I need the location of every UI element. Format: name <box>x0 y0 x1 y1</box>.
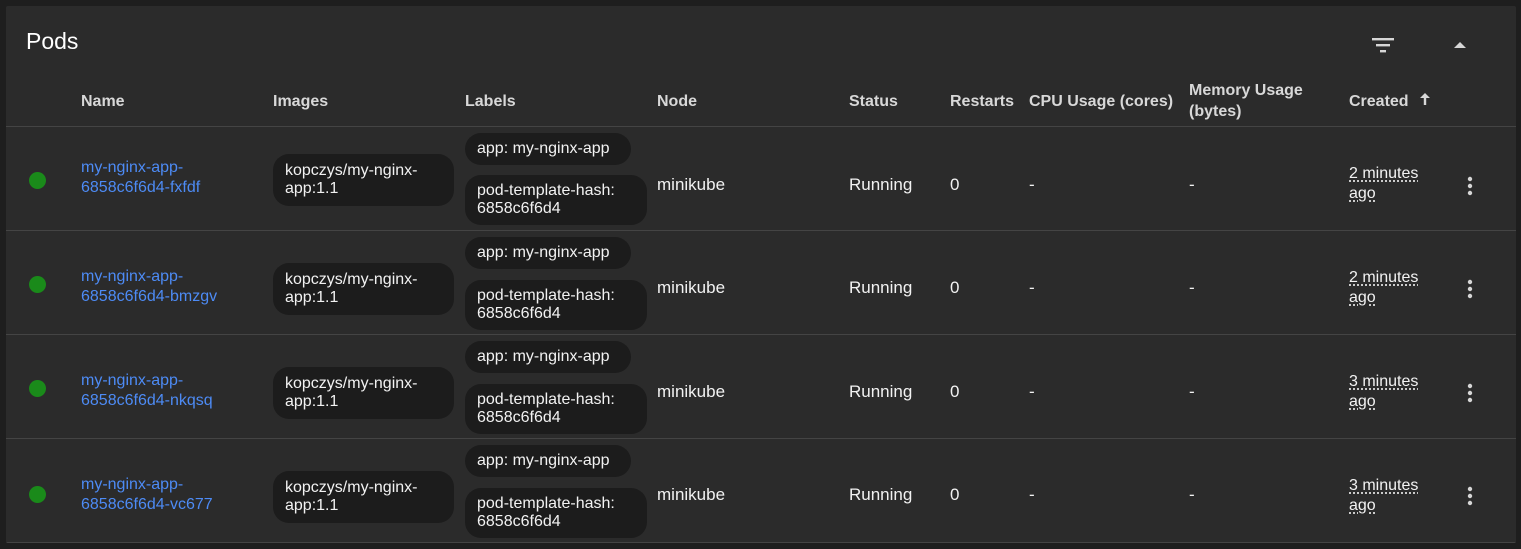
more-vert-icon <box>1467 176 1473 196</box>
label-chip-hash: pod-template-hash: 6858c6f6d4 <box>465 175 647 225</box>
label-chip-app: app: my-nginx-app <box>465 237 631 269</box>
label-chip-app: app: my-nginx-app <box>465 341 631 373</box>
restarts-cell: 0 <box>950 175 960 194</box>
node-cell: minikube <box>657 175 726 194</box>
more-vert-icon <box>1467 383 1473 403</box>
label-chip-app: app: my-nginx-app <box>465 133 631 165</box>
label-chip-hash: pod-template-hash: 6858c6f6d4 <box>465 280 647 330</box>
table-row: my-nginx-app-6858c6f6d4-bmzgv kopczys/my… <box>6 231 1516 334</box>
row-divider <box>6 542 1516 543</box>
status-cell: Running <box>849 175 913 194</box>
label-chip-hash: pod-template-hash: 6858c6f6d4 <box>465 384 647 434</box>
label-chip-app: app: my-nginx-app <box>465 445 631 477</box>
status-running-icon <box>29 172 46 189</box>
restarts-cell: 0 <box>950 278 960 297</box>
pod-name-link[interactable]: my-nginx-app-6858c6f6d4-vc677 <box>81 475 261 515</box>
image-chip: kopczys/my-nginx-app:1.1 <box>273 263 454 315</box>
node-cell: minikube <box>657 485 726 504</box>
created-cell: 2 minutes ago <box>1349 269 1419 306</box>
memory-cell: - <box>1189 382 1195 401</box>
column-header-name[interactable]: Name <box>81 91 125 112</box>
column-header-cpu: CPU Usage (cores) <box>1029 93 1174 110</box>
pod-name-link[interactable]: my-nginx-app-6858c6f6d4-fxfdf <box>81 158 261 198</box>
restarts-cell: 0 <box>950 485 960 504</box>
column-header-node: Node <box>657 93 697 110</box>
node-cell: minikube <box>657 382 726 401</box>
table-row: my-nginx-app-6858c6f6d4-vc677 kopczys/my… <box>6 439 1516 542</box>
column-header-status[interactable]: Status <box>849 91 898 112</box>
filter-button[interactable] <box>1368 30 1398 60</box>
table-row: my-nginx-app-6858c6f6d4-fxfdf kopczys/my… <box>6 127 1516 230</box>
memory-cell: - <box>1189 485 1195 504</box>
status-cell: Running <box>849 485 913 504</box>
cpu-cell: - <box>1029 278 1035 297</box>
pod-name-link[interactable]: my-nginx-app-6858c6f6d4-bmzgv <box>81 267 261 307</box>
column-header-labels: Labels <box>465 93 516 110</box>
column-header-memory: Memory Usage (bytes) <box>1189 82 1303 120</box>
row-actions-button[interactable] <box>1458 174 1482 198</box>
label-chip-hash: pod-template-hash: 6858c6f6d4 <box>465 488 647 538</box>
row-actions-button[interactable] <box>1458 277 1482 301</box>
cpu-cell: - <box>1029 175 1035 194</box>
column-header-created-label: Created <box>1349 93 1409 110</box>
row-actions-button[interactable] <box>1458 381 1482 405</box>
column-header-restarts: Restarts <box>950 93 1015 110</box>
created-cell: 3 minutes ago <box>1349 373 1419 410</box>
created-cell: 2 minutes ago <box>1349 165 1419 202</box>
image-chip: kopczys/my-nginx-app:1.1 <box>273 154 454 206</box>
chevron-up-icon <box>1454 42 1466 48</box>
image-chip: kopczys/my-nginx-app:1.1 <box>273 367 454 419</box>
more-vert-icon <box>1467 279 1473 299</box>
table-row: my-nginx-app-6858c6f6d4-nkqsq kopczys/my… <box>6 335 1516 438</box>
created-cell: 3 minutes ago <box>1349 477 1419 514</box>
restarts-cell: 0 <box>950 382 960 401</box>
column-header-created[interactable]: Created <box>1349 91 1431 112</box>
more-vert-icon <box>1467 486 1473 506</box>
pod-name-link[interactable]: my-nginx-app-6858c6f6d4-nkqsq <box>81 371 261 411</box>
memory-cell: - <box>1189 278 1195 297</box>
cpu-cell: - <box>1029 485 1035 504</box>
status-running-icon <box>29 486 46 503</box>
arrow-up-icon <box>1419 91 1431 112</box>
status-running-icon <box>29 276 46 293</box>
collapse-button[interactable] <box>1445 30 1475 60</box>
pods-card: Pods Name Images Labels Node Status Rest… <box>6 6 1516 543</box>
status-cell: Running <box>849 278 913 297</box>
card-title: Pods <box>26 28 79 54</box>
status-running-icon <box>29 380 46 397</box>
cpu-cell: - <box>1029 382 1035 401</box>
row-actions-button[interactable] <box>1458 484 1482 508</box>
image-chip: kopczys/my-nginx-app:1.1 <box>273 471 454 523</box>
memory-cell: - <box>1189 175 1195 194</box>
status-cell: Running <box>849 382 913 401</box>
column-header-images: Images <box>273 93 329 110</box>
filter-icon <box>1372 38 1394 53</box>
node-cell: minikube <box>657 278 726 297</box>
card-header: Pods <box>6 6 1516 78</box>
